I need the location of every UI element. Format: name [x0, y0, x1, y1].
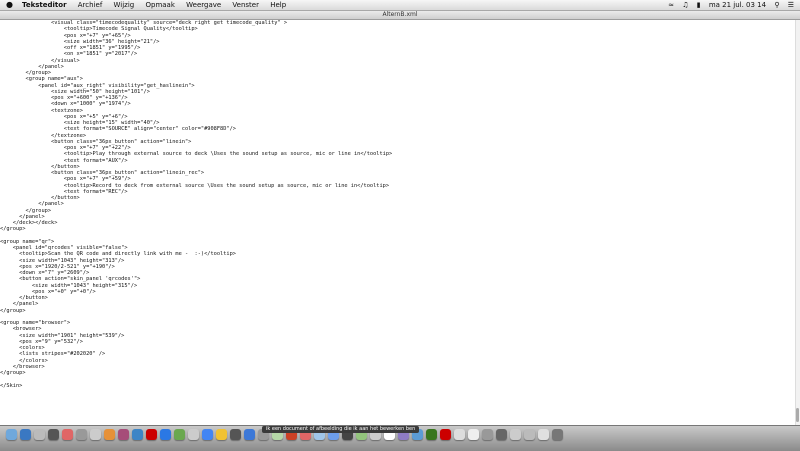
dock-app-icon[interactable] [90, 429, 101, 440]
dock-app-icon[interactable] [244, 429, 255, 440]
status-area: ≈ ♫ ▮ ma 21 jul. 03 14 ⚲ ☰ [662, 0, 794, 10]
battery-icon[interactable]: ▮ [697, 1, 701, 9]
dock-app-icon[interactable] [552, 429, 563, 440]
vertical-scrollbar[interactable] [795, 20, 800, 425]
search-icon[interactable]: ⚲ [774, 1, 779, 9]
dock-app-icon[interactable] [230, 429, 241, 440]
dock-app-icon[interactable] [104, 429, 115, 440]
dock-tooltip: ik een document of afbeelding die ik aan… [262, 426, 420, 433]
dock-app-icon[interactable] [426, 429, 437, 440]
dock: ik een document of afbeelding die ik aan… [0, 425, 800, 451]
dock-app-icon[interactable] [496, 429, 507, 440]
menu-venster[interactable]: Venster [232, 1, 259, 9]
text-editor[interactable]: <visual class="timecodequality" source="… [0, 20, 794, 425]
dock-app-icon[interactable] [48, 429, 59, 440]
dock-app-icon[interactable] [468, 429, 479, 440]
dock-app-icon[interactable] [538, 429, 549, 440]
dock-app-icon[interactable] [510, 429, 521, 440]
menu-opmaak[interactable]: Opmaak [145, 1, 174, 9]
window-title: AlternB.xml [382, 11, 418, 18]
list-icon[interactable]: ☰ [788, 1, 794, 9]
dock-app-icon[interactable] [440, 429, 451, 440]
menu-list: Teksteditor Archief Wijzig Opmaak Weerga… [22, 0, 295, 10]
code-content[interactable]: <visual class="timecodequality" source="… [0, 20, 794, 389]
dock-app-icon[interactable] [62, 429, 73, 440]
dock-app-icon[interactable] [524, 429, 535, 440]
dock-app-icon[interactable] [174, 429, 185, 440]
dock-app-icon[interactable] [202, 429, 213, 440]
dock-app-icon[interactable] [188, 429, 199, 440]
apple-menu-icon[interactable]: ● [6, 0, 13, 10]
menu-app-name[interactable]: Teksteditor [22, 1, 67, 9]
dock-app-icon[interactable] [146, 429, 157, 440]
dock-app-icon[interactable] [482, 429, 493, 440]
clock[interactable]: ma 21 jul. 03 14 [709, 1, 766, 9]
dock-app-icon[interactable] [132, 429, 143, 440]
window-titlebar: AlternB.xml [0, 11, 800, 27]
menu-wijzig[interactable]: Wijzig [114, 1, 135, 9]
scrollbar-thumb[interactable] [796, 408, 799, 422]
code-line[interactable]: </Skin> [0, 383, 794, 389]
dock-app-icon[interactable] [118, 429, 129, 440]
dock-app-icon[interactable] [454, 429, 465, 440]
dock-app-icon[interactable] [160, 429, 171, 440]
dock-app-icon[interactable] [6, 429, 17, 440]
wifi-icon[interactable]: ≈ [668, 1, 674, 9]
volume-icon[interactable]: ♫ [682, 1, 688, 9]
menu-bar: ● Teksteditor Archief Wijzig Opmaak Weer… [0, 0, 800, 11]
dock-app-icon[interactable] [216, 429, 227, 440]
dock-app-icon[interactable] [34, 429, 45, 440]
menu-weergave[interactable]: Weergave [186, 1, 221, 9]
dock-app-icon[interactable] [20, 429, 31, 440]
menu-help[interactable]: Help [270, 1, 286, 9]
dock-app-icon[interactable] [76, 429, 87, 440]
menu-archief[interactable]: Archief [78, 1, 103, 9]
